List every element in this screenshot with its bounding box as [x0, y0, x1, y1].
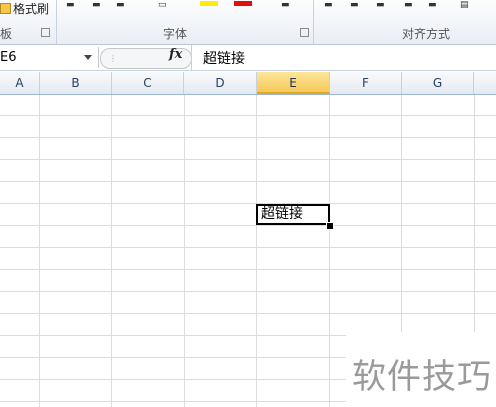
- column-header-label: A: [15, 76, 24, 90]
- ribbon: 格式刷 ▬ ▬ ▬ ▭ ▬ 板 字体 ▬ ▬ ▬ ▬ ▬ ▤ 对齐方式: [0, 0, 496, 45]
- insert-function-button[interactable]: fx: [169, 47, 182, 62]
- column-header-d[interactable]: D: [184, 72, 257, 94]
- column-header-e[interactable]: E: [257, 72, 330, 94]
- alignment-group-label: 对齐方式: [402, 27, 451, 41]
- column-header-g[interactable]: G: [402, 72, 474, 94]
- fx-icon: fx: [169, 47, 183, 62]
- gridline: [0, 159, 496, 160]
- align-center-button[interactable]: ▬: [350, 0, 359, 10]
- name-box-value: E6: [0, 50, 17, 65]
- watermark: 软件技巧: [346, 332, 496, 407]
- clipboard-group-label: 板: [0, 27, 13, 41]
- decrease-indent-button[interactable]: ▬: [404, 0, 413, 10]
- column-header-f[interactable]: F: [330, 72, 402, 94]
- paintbrush-icon: [0, 3, 11, 14]
- gridline: [0, 291, 496, 292]
- formula-input[interactable]: 超链接: [191, 45, 496, 70]
- column-headers: A B C D E F G: [0, 72, 496, 95]
- font-dialog-button[interactable]: ▬: [281, 0, 290, 10]
- bold-button[interactable]: ▬: [66, 0, 75, 10]
- column-header-label: G: [432, 76, 443, 90]
- grip-icon: ⋮: [109, 54, 117, 63]
- border-button[interactable]: ▭: [158, 0, 167, 10]
- column-header-label: D: [215, 76, 225, 90]
- column-header-b[interactable]: B: [40, 72, 112, 94]
- column-header-a[interactable]: A: [0, 72, 40, 94]
- formula-content: 超链接: [203, 51, 245, 67]
- font-color-button[interactable]: [234, 1, 252, 6]
- font-launcher-icon[interactable]: [300, 28, 309, 37]
- format-painter-label: 格式刷: [13, 2, 50, 16]
- font-group-label: 字体: [163, 27, 188, 41]
- gridline: [184, 95, 185, 407]
- align-left-button[interactable]: ▬: [324, 0, 333, 10]
- align-right-button[interactable]: ▬: [376, 0, 385, 10]
- name-box[interactable]: E6: [0, 47, 99, 68]
- chevron-down-icon[interactable]: [84, 55, 92, 60]
- underline-button[interactable]: ▬: [116, 0, 125, 10]
- gridline: [0, 225, 496, 226]
- gridline: [0, 181, 496, 182]
- clipboard-launcher-icon[interactable]: [41, 28, 50, 37]
- gridline: [0, 269, 496, 270]
- gridline: [329, 95, 330, 407]
- column-header-c[interactable]: C: [112, 72, 184, 94]
- gridline: [0, 247, 496, 248]
- column-header-label: F: [362, 76, 369, 90]
- watermark-text: 软件技巧: [352, 357, 492, 397]
- fill-handle[interactable]: [326, 222, 334, 230]
- gridline: [256, 95, 257, 407]
- formula-bar: E6 ⋮ fx 超链接: [0, 45, 496, 71]
- column-header-label: E: [289, 76, 297, 90]
- gridline: [0, 203, 496, 204]
- increase-indent-button[interactable]: ▬: [428, 0, 437, 10]
- gridline: [111, 95, 112, 407]
- active-cell-value: 超链接: [261, 206, 303, 222]
- highlight-color-button[interactable]: [200, 1, 218, 6]
- italic-button[interactable]: ▬: [92, 0, 101, 10]
- gridline: [0, 137, 496, 138]
- gridline: [0, 115, 496, 116]
- gridline: [0, 313, 496, 314]
- ribbon-divider: [313, 0, 314, 44]
- ribbon-divider: [56, 0, 57, 44]
- active-cell-e6[interactable]: 超链接: [256, 204, 330, 225]
- gridline: [39, 95, 40, 407]
- column-header-label: C: [143, 76, 152, 90]
- format-painter-button[interactable]: 格式刷: [0, 0, 49, 17]
- merge-center-button[interactable]: ▤: [460, 0, 469, 10]
- column-header-label: B: [71, 76, 80, 90]
